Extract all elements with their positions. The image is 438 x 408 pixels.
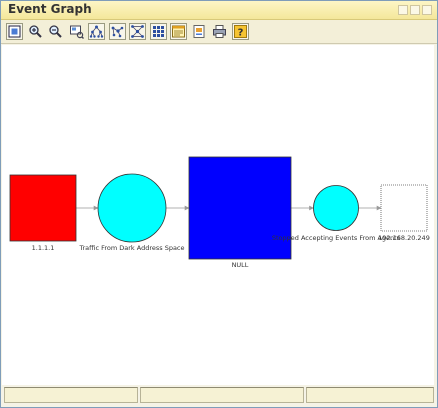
hierarchical-layout-button[interactable] [88, 23, 105, 40]
window-controls [398, 5, 432, 15]
grid-layout-icon [152, 26, 164, 37]
window-title: Event Graph [8, 2, 92, 16]
title-bar[interactable]: Event Graph [1, 1, 437, 20]
fit-to-window-icon [8, 25, 21, 38]
status-pane-2 [140, 387, 304, 403]
zoom-out-icon [49, 25, 62, 38]
print-icon [213, 25, 226, 38]
graph-canvas[interactable]: 1.1.1.1 Traffic From Dark Address Space NU… [2, 45, 434, 385]
properties-icon [172, 25, 185, 38]
properties-button[interactable] [170, 23, 187, 40]
print-button[interactable] [211, 23, 228, 40]
overview-icon [69, 25, 84, 39]
help-button[interactable]: ? [231, 23, 249, 40]
event-graph-window: Event Graph ? 1.1.1.1 Traffic From Dark … [0, 0, 438, 408]
status-pane-3 [306, 387, 434, 403]
graph-node-label-2: Traffic From Dark Address Space [78, 244, 184, 252]
fit-to-window-button[interactable] [6, 23, 23, 40]
export-icon [193, 25, 204, 38]
help-icon: ? [233, 25, 247, 39]
graph-node-label-3: NULL [232, 261, 249, 269]
circular-layout-button[interactable] [129, 23, 146, 40]
overview-button[interactable] [68, 23, 85, 40]
circular-layout-icon [131, 25, 144, 38]
graph-node-3[interactable] [188, 156, 292, 260]
hierarchical-layout-icon [89, 25, 104, 38]
svg-text:?: ? [237, 28, 243, 39]
organic-layout-icon [111, 26, 123, 38]
export-button[interactable] [191, 23, 208, 40]
organic-layout-button[interactable] [108, 23, 126, 40]
graph-node-label-5: 192.168.20.249 [378, 234, 430, 242]
graph-node-4[interactable] [313, 185, 359, 231]
graph-node-2[interactable] [97, 173, 167, 243]
toolbar: ? [1, 20, 437, 44]
graph-node-1[interactable] [9, 174, 77, 242]
zoom-in-icon [28, 25, 42, 38]
close-button[interactable] [422, 5, 432, 15]
event-graph[interactable]: 1.1.1.1 Traffic From Dark Address Space NU… [2, 45, 434, 385]
zoom-out-button[interactable] [47, 23, 64, 40]
zoom-in-button[interactable] [27, 23, 44, 40]
grid-layout-button[interactable] [149, 23, 167, 40]
status-bar [4, 387, 434, 403]
maximize-button[interactable] [410, 5, 420, 15]
graph-node-label-1: 1.1.1.1 [32, 244, 55, 252]
graph-node-5[interactable] [380, 184, 428, 232]
status-pane-1 [4, 387, 138, 403]
minimize-button[interactable] [398, 5, 408, 15]
